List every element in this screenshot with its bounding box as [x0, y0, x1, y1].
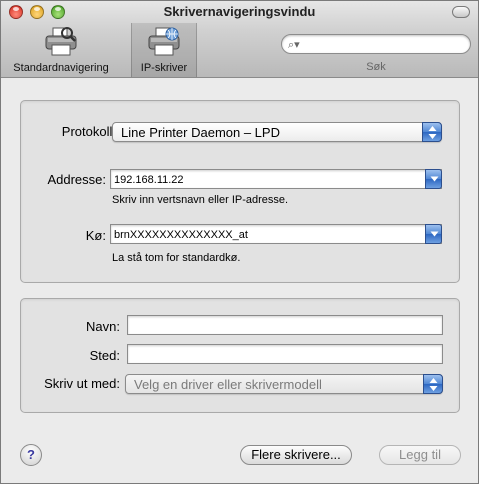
search-label: Søk — [366, 61, 386, 73]
name-field[interactable] — [127, 315, 443, 335]
location-input[interactable] — [128, 345, 442, 363]
printer-info-group: Navn: Sted: Skriv ut med: Velg en driver… — [20, 298, 460, 413]
queue-label: Kø: — [85, 228, 106, 243]
connection-settings-group: Protokoll: Line Printer Daemon – LPD Add… — [20, 100, 460, 283]
more-printers-button[interactable]: Flere skrivere... — [240, 445, 352, 465]
printer-icon — [44, 27, 78, 60]
location-field[interactable] — [127, 344, 443, 364]
print-using-value: Velg en driver eller skrivermodell — [134, 377, 322, 392]
add-button[interactable]: Legg til — [379, 445, 461, 465]
name-label: Navn: — [86, 319, 120, 334]
print-using-label: Skriv ut med: — [44, 376, 120, 391]
updown-arrow-icon — [422, 122, 442, 142]
address-hint: Skriv inn vertsnavn eller IP-adresse. — [112, 194, 289, 206]
title-toolbar-area: Skrivernavigeringsvindu Standardnavigeri… — [1, 1, 478, 78]
help-button[interactable]: ? — [20, 444, 42, 466]
search-field[interactable]: ⌕▾ — [281, 34, 471, 54]
protocol-popup[interactable]: Line Printer Daemon – LPD — [112, 122, 442, 142]
toolbar-item-default-browser[interactable]: Standardnavigering — [5, 23, 117, 77]
queue-hint: La stå tom for standardkø. — [112, 252, 241, 264]
address-label: Addresse: — [47, 172, 106, 187]
printer-browser-window: Skrivernavigeringsvindu Standardnavigeri… — [0, 0, 479, 484]
print-using-popup[interactable]: Velg en driver eller skrivermodell — [125, 374, 443, 394]
toolbar-toggle-button[interactable] — [452, 6, 470, 18]
search-input[interactable] — [306, 37, 464, 51]
window-title: Skrivernavigeringsvindu — [163, 4, 316, 19]
toolbar-item-label: IP-skriver — [140, 62, 188, 74]
chevron-down-icon[interactable] — [425, 169, 442, 189]
protocol-value: Line Printer Daemon – LPD — [121, 125, 280, 140]
toolbar-item-label: Standardnavigering — [13, 62, 109, 74]
network-printer-icon — [147, 27, 181, 60]
updown-arrow-icon — [423, 374, 443, 394]
address-combo[interactable] — [110, 169, 442, 189]
name-input[interactable] — [128, 316, 442, 334]
location-label: Sted: — [89, 348, 120, 363]
address-input[interactable] — [114, 172, 418, 187]
protocol-label: Protokoll: — [61, 124, 116, 139]
toolbar-item-ip-printer[interactable]: IP-skriver — [131, 23, 197, 77]
queue-combo[interactable] — [110, 224, 442, 244]
queue-input[interactable] — [114, 227, 418, 242]
search-icon: ⌕▾ — [288, 39, 300, 51]
chevron-down-icon[interactable] — [425, 224, 442, 244]
